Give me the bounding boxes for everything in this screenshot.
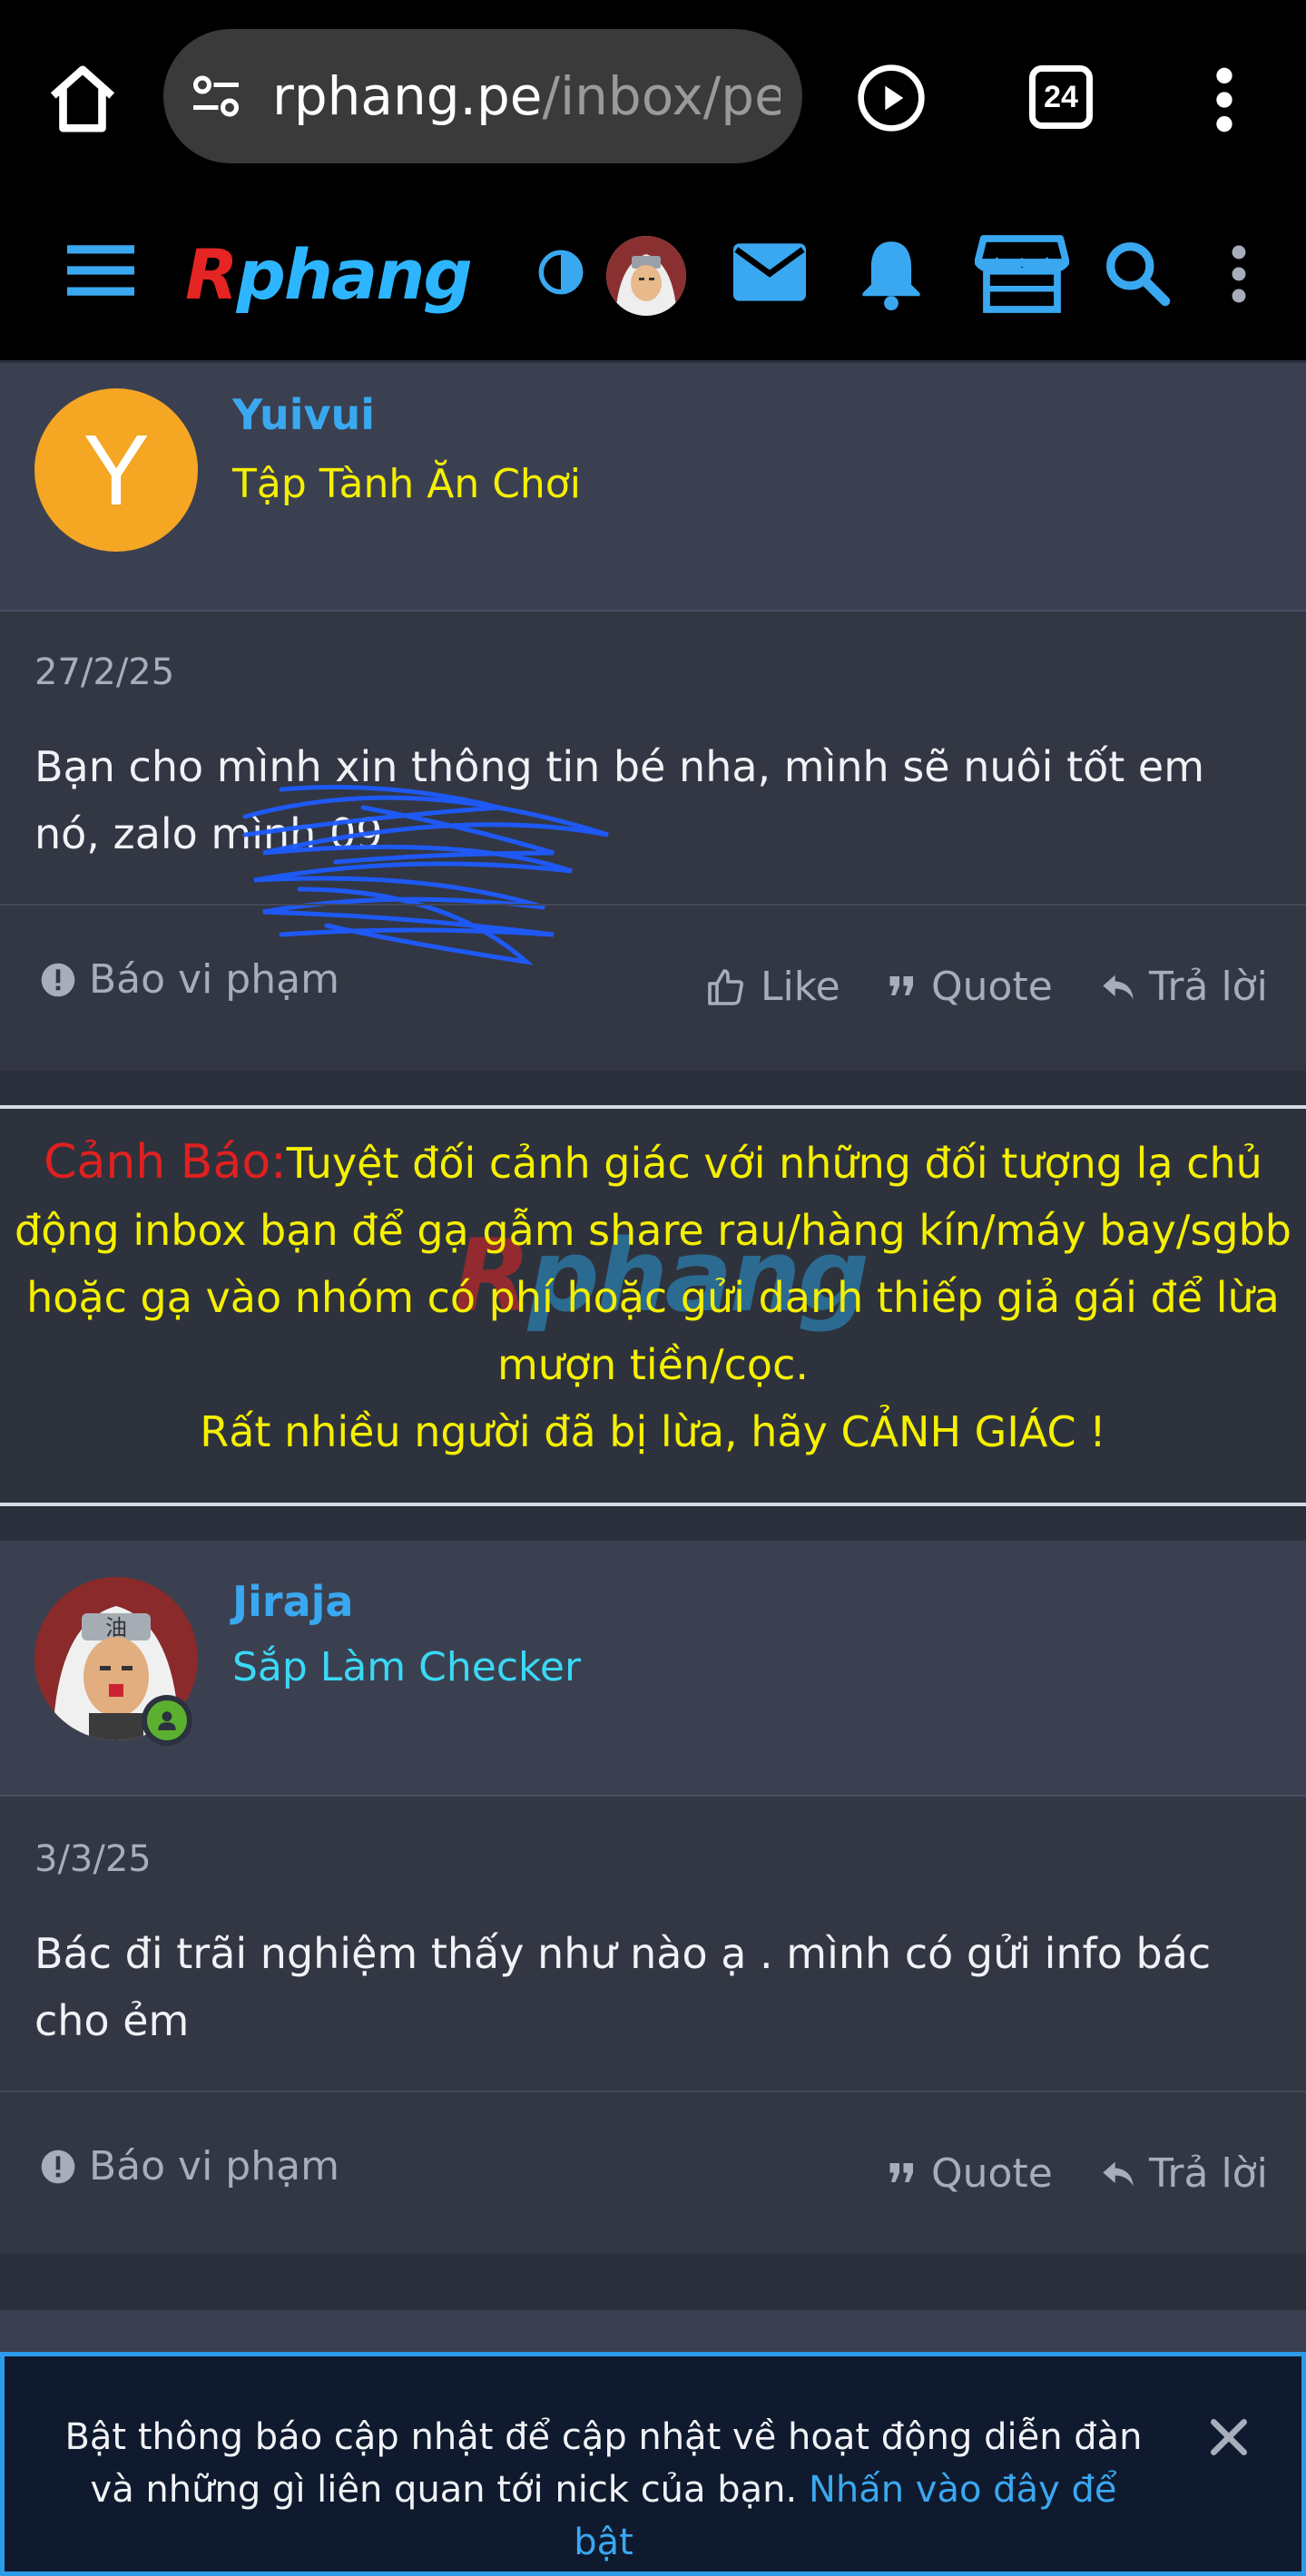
post-date[interactable]: 27/2/25 (34, 651, 174, 693)
quote-icon (889, 975, 913, 995)
browser-menu-icon[interactable] (1211, 64, 1238, 136)
close-icon[interactable] (1206, 2414, 1252, 2460)
post-author-header: 油 Jiraja Sắp Làm Checker (0, 1541, 1306, 1797)
message-post: Y Yuivui Tập Tành Ăn Chơi 27/2/25 Bạn ch… (0, 363, 1306, 1071)
reply-label: Trả lời (1149, 964, 1268, 1010)
user-icon (158, 1711, 176, 1730)
report-label: Báo vi phạm (89, 2143, 339, 2189)
scam-warning-banner: Rphang Cảnh Báo:Tuyệt đối cảnh giác với … (0, 1105, 1306, 1506)
logo-rest: phang (236, 234, 473, 315)
notification-bell-icon[interactable] (857, 236, 926, 310)
thumbs-up-icon (708, 968, 743, 1005)
author-user-title: Tập Tành Ăn Chơi (232, 461, 581, 507)
url-path: /inbox/pe- (542, 65, 781, 127)
post-actions-bar: Báo vi phạm Quote Trả lời (0, 2091, 1306, 2254)
quote-icon (889, 2162, 913, 2182)
push-notification-prompt: Bật thông báo cập nhật để cập nhật về ho… (0, 2352, 1306, 2576)
svg-text:油: 油 (105, 1615, 127, 1641)
play-icon[interactable] (855, 62, 928, 134)
report-label: Báo vi phạm (89, 956, 339, 1003)
search-icon[interactable] (1104, 240, 1171, 307)
online-status-indicator (142, 1695, 192, 1746)
post-author-header: Y Yuivui Tập Tành Ăn Chơi (0, 363, 1306, 612)
post-body: Bạn cho mình xin thông tin bé nha, mình … (34, 742, 1205, 858)
url-host: rphang.pe (272, 65, 543, 127)
author-username[interactable]: Jiraja (232, 1577, 353, 1626)
logo-r: R (185, 234, 239, 315)
exclamation-circle-icon (41, 2150, 75, 2183)
site-settings-icon[interactable] (189, 69, 243, 123)
author-user-title: Sắp Làm Checker (232, 1644, 582, 1690)
quote-label: Quote (931, 2150, 1053, 2197)
reply-label: Trả lời (1149, 2150, 1268, 2197)
inbox-icon[interactable] (733, 243, 806, 301)
browser-toolbar: rphang.pe/inbox/pe- 24 (0, 0, 1306, 195)
warning-label: Cảnh Báo: (44, 1135, 287, 1190)
author-username[interactable]: Yuivui (232, 390, 375, 439)
post-actions-bar: Báo vi phạm Like Quote Trả lời (0, 904, 1306, 1071)
report-button[interactable]: Báo vi phạm (40, 956, 339, 1003)
reply-button[interactable]: Trả lời (1100, 964, 1268, 1010)
reply-icon (1103, 975, 1134, 999)
user-avatar[interactable] (606, 236, 686, 316)
post-body: Bác đi trãi nghiệm thấy như nào ạ . mình… (34, 1929, 1212, 2045)
hamburger-menu-icon[interactable] (67, 245, 134, 296)
reply-button[interactable]: Trả lời (1100, 2150, 1268, 2197)
notification-text: Bật thông báo cập nhật để cập nhật về ho… (59, 2411, 1148, 2569)
url-text[interactable]: rphang.pe/inbox/pe- (272, 29, 781, 163)
like-label: Like (761, 964, 840, 1010)
address-bar[interactable]: rphang.pe/inbox/pe- (163, 29, 802, 163)
store-icon[interactable] (975, 232, 1069, 316)
report-button[interactable]: Báo vi phạm (40, 2143, 339, 2189)
quote-button[interactable]: Quote (886, 964, 1053, 1010)
post-date[interactable]: 3/3/25 (34, 1838, 152, 1880)
tab-switcher-button[interactable]: 24 (1029, 65, 1093, 129)
quote-label: Quote (931, 964, 1053, 1010)
like-button[interactable]: Like (704, 964, 840, 1010)
theme-toggle-icon[interactable] (537, 249, 584, 296)
site-logo[interactable]: Rphang (185, 234, 485, 316)
reply-icon (1103, 2161, 1134, 2186)
exclamation-circle-icon (41, 963, 75, 996)
warning-line2: Rất nhiều người đã bị lừa, hãy CẢNH GIÁC… (200, 1407, 1106, 1456)
message-post: 油 Jiraja Sắp Làm Checker 3/3/25 Bác đi t… (0, 1541, 1306, 2254)
home-icon[interactable] (44, 60, 122, 138)
warning-text: Cảnh Báo:Tuyệt đối cảnh giác với những đ… (0, 1129, 1306, 1465)
author-avatar[interactable]: Y (34, 388, 198, 552)
quote-button[interactable]: Quote (886, 2150, 1053, 2197)
site-menu-icon[interactable] (1227, 245, 1251, 303)
